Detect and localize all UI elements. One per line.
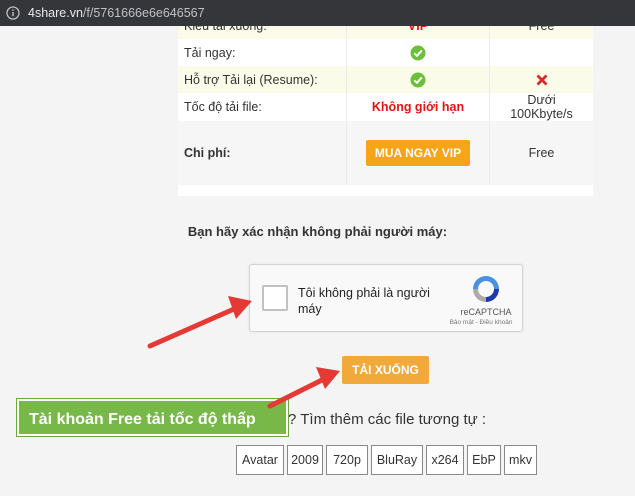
arrow-icon	[147, 296, 252, 349]
page-content: Kiểu tải xuống: VIP Free Tải ngay: Hỗ tr…	[0, 26, 635, 496]
table-row: Tốc độ tải file: Không giới hạn Dưới 100…	[178, 93, 593, 121]
captcha-prompt: Bạn hãy xác nhận không phải người máy:	[187, 224, 448, 239]
buy-vip-button[interactable]: MUA NGAY VIP	[365, 140, 471, 166]
tag-link[interactable]: x264	[426, 445, 464, 475]
tag-link[interactable]: 720p	[326, 445, 368, 475]
table-row: Hỗ trợ Tải lại (Resume):	[178, 66, 593, 93]
free-value: Free	[489, 121, 593, 185]
free-value: Dưới 100Kbyte/s	[489, 93, 593, 121]
table-row: Kiểu tải xuống: VIP Free	[178, 26, 593, 39]
address-bar[interactable]: 4share.vn/f/5761666e6e646567	[0, 0, 635, 26]
similar-files-heading: ? Tìm thêm các file tương tự :	[288, 411, 487, 428]
row-label: Tải ngay:	[178, 39, 347, 66]
row-label: Chi phí:	[178, 121, 347, 185]
url-text[interactable]: 4share.vn/f/5761666e6e646567	[28, 0, 205, 26]
vip-value: Không giới hạn	[346, 93, 490, 121]
cross-icon	[536, 74, 547, 85]
row-label: Hỗ trợ Tải lại (Resume):	[178, 66, 347, 93]
tag-link[interactable]: Avatar	[236, 445, 284, 475]
check-icon	[410, 45, 426, 60]
tag-link[interactable]: 2009	[287, 445, 323, 475]
captcha-label: Tôi không phải là người máy	[298, 286, 430, 316]
captcha-checkbox[interactable]	[262, 285, 288, 311]
recaptcha-widget: Tôi không phải là người máy reCAPTCHA Bả…	[249, 264, 523, 332]
row-label: Kiểu tải xuống:	[178, 26, 347, 39]
url-path: /f/5761666e6e646567	[82, 6, 205, 20]
download-button[interactable]: TẢI XUỐNG	[342, 356, 429, 384]
free-value: Free	[489, 26, 593, 39]
recaptcha-logo-icon	[473, 276, 499, 302]
vip-value	[346, 39, 490, 66]
recaptcha-brand: reCAPTCHA	[460, 307, 512, 317]
row-label: Tốc độ tải file:	[178, 93, 347, 121]
free-value	[489, 66, 593, 93]
info-icon[interactable]	[6, 6, 20, 20]
annotation-callout: Tài khoản Free tải tốc độ thấp	[16, 398, 289, 437]
vip-value: VIP	[346, 26, 490, 39]
tag-link[interactable]: BluRay	[371, 445, 423, 475]
table-row-cost: Chi phí: MUA NGAY VIP Free	[178, 121, 593, 185]
recaptcha-terms-link[interactable]: Bảo mật - Điều khoản	[436, 319, 526, 326]
tag-link[interactable]: mkv	[504, 445, 537, 475]
table-row: Tải ngay:	[178, 39, 593, 66]
free-value	[489, 39, 593, 66]
url-host: 4share.vn	[28, 6, 83, 20]
comparison-panel: Kiểu tải xuống: VIP Free Tải ngay: Hỗ tr…	[178, 26, 593, 196]
vip-value: MUA NGAY VIP	[346, 121, 490, 185]
comparison-table: Kiểu tải xuống: VIP Free Tải ngay: Hỗ tr…	[178, 26, 593, 185]
tag-link[interactable]: EbP	[467, 445, 501, 475]
vip-value	[346, 66, 490, 93]
check-icon	[410, 72, 426, 87]
